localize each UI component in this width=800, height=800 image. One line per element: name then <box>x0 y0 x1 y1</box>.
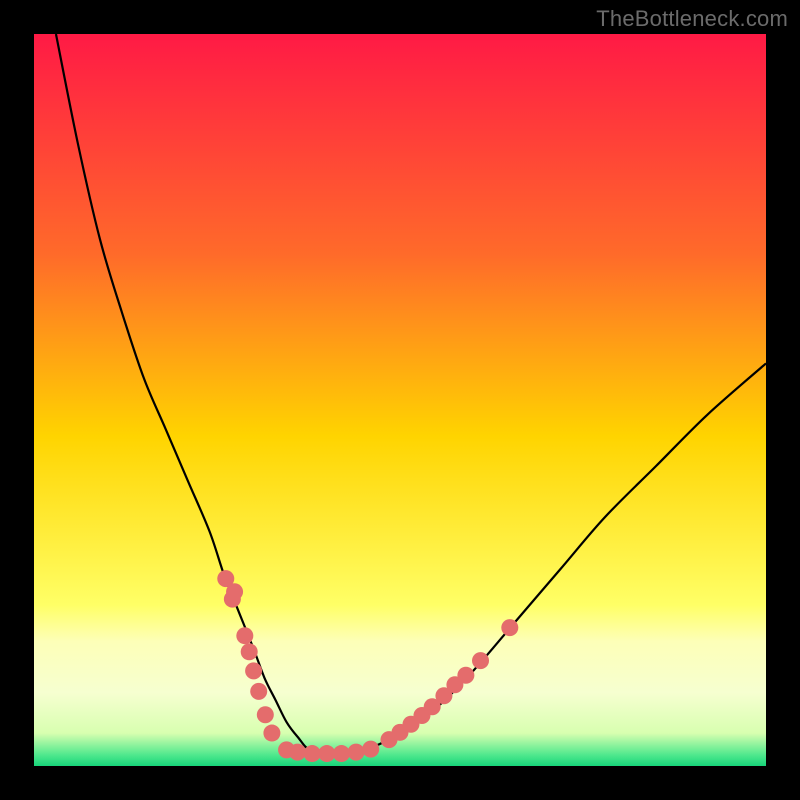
data-dot <box>362 741 379 758</box>
data-dot <box>236 627 253 644</box>
data-dot <box>304 745 321 762</box>
data-dot <box>289 744 306 761</box>
gradient-background <box>34 34 766 766</box>
data-dot <box>457 667 474 684</box>
data-dot <box>501 619 518 636</box>
chart-svg <box>34 34 766 766</box>
data-dot <box>318 745 335 762</box>
watermark: TheBottleneck.com <box>596 6 788 32</box>
data-dot <box>241 643 258 660</box>
data-dot <box>333 745 350 762</box>
chart-plot-area <box>34 34 766 766</box>
data-dot <box>257 706 274 723</box>
data-dot <box>226 583 243 600</box>
chart-frame: TheBottleneck.com <box>0 0 800 800</box>
data-dot <box>250 683 267 700</box>
data-dot <box>348 744 365 761</box>
data-dot <box>472 652 489 669</box>
data-dot <box>263 725 280 742</box>
data-dot <box>245 662 262 679</box>
